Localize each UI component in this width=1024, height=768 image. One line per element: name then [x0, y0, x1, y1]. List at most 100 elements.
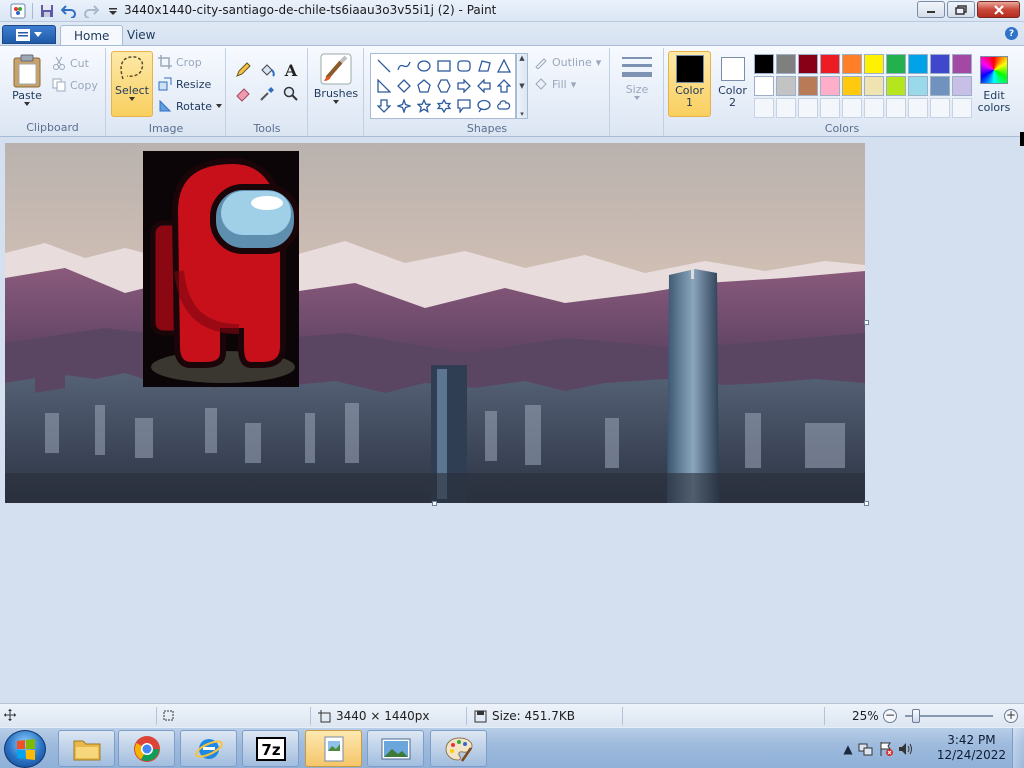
- canvas-workspace[interactable]: [0, 137, 1024, 703]
- cut-button[interactable]: Cut: [52, 54, 89, 72]
- paste-button[interactable]: Paste: [8, 54, 46, 106]
- palette-swatch[interactable]: [820, 76, 840, 96]
- palette-swatch[interactable]: [864, 54, 884, 74]
- taskbar-clock[interactable]: 3:42 PM 12/24/2022: [937, 733, 1006, 763]
- palette-swatch[interactable]: [776, 54, 796, 74]
- show-desktop-button[interactable]: [1012, 728, 1024, 768]
- save-icon[interactable]: [37, 2, 57, 20]
- palette-empty-swatch[interactable]: [798, 98, 818, 118]
- five-point-star-shape-icon[interactable]: [414, 96, 434, 116]
- palette-swatch[interactable]: [798, 54, 818, 74]
- taskbar-file-explorer[interactable]: [58, 730, 115, 767]
- palette-empty-swatch[interactable]: [886, 98, 906, 118]
- close-button[interactable]: [977, 1, 1020, 18]
- zoom-out-button[interactable]: −: [883, 709, 897, 723]
- paint-app-icon[interactable]: [8, 2, 28, 20]
- oval-callout-shape-icon[interactable]: [474, 96, 494, 116]
- color-picker-icon[interactable]: [256, 83, 278, 105]
- palette-empty-swatch[interactable]: [776, 98, 796, 118]
- minimize-button[interactable]: [917, 1, 945, 18]
- palette-empty-swatch[interactable]: [820, 98, 840, 118]
- color2-button[interactable]: Color 2: [713, 55, 752, 109]
- palette-swatch[interactable]: [930, 54, 950, 74]
- scroll-down-icon[interactable]: ▼: [519, 82, 524, 90]
- palette-empty-swatch[interactable]: [952, 98, 972, 118]
- expand-gallery-icon[interactable]: ▾: [520, 110, 524, 118]
- scroll-up-icon[interactable]: ▲: [519, 54, 524, 62]
- right-triangle-shape-icon[interactable]: [374, 76, 394, 96]
- undo-icon[interactable]: [59, 2, 79, 20]
- palette-swatch[interactable]: [754, 76, 774, 96]
- taskbar-internet-explorer[interactable]: [180, 730, 237, 767]
- down-arrow-shape-icon[interactable]: [374, 96, 394, 116]
- palette-swatch[interactable]: [908, 54, 928, 74]
- hexagon-shape-icon[interactable]: [434, 76, 454, 96]
- shapes-scrollbar[interactable]: ▲ ▼ ▾: [516, 53, 528, 119]
- palette-swatch[interactable]: [952, 76, 972, 96]
- palette-swatch[interactable]: [886, 76, 906, 96]
- canvas-image[interactable]: [5, 143, 865, 503]
- four-point-star-shape-icon[interactable]: [394, 96, 414, 116]
- zoom-in-button[interactable]: +: [1004, 709, 1018, 723]
- resize-handle-corner[interactable]: [864, 501, 869, 506]
- select-button[interactable]: Select: [113, 53, 151, 101]
- resize-handle-bottom[interactable]: [432, 501, 437, 506]
- redo-icon[interactable]: [81, 2, 101, 20]
- fill-bucket-icon[interactable]: [256, 59, 278, 81]
- palette-swatch[interactable]: [908, 76, 928, 96]
- palette-swatch[interactable]: [842, 76, 862, 96]
- network-icon[interactable]: [858, 741, 874, 757]
- paint-menu-button[interactable]: [2, 25, 56, 44]
- zoom-slider-thumb[interactable]: [912, 709, 920, 723]
- rect-callout-shape-icon[interactable]: [454, 96, 474, 116]
- rotate-button[interactable]: Rotate: [158, 97, 223, 115]
- palette-empty-swatch[interactable]: [842, 98, 862, 118]
- palette-swatch[interactable]: [798, 76, 818, 96]
- palette-empty-swatch[interactable]: [908, 98, 928, 118]
- palette-swatch[interactable]: [864, 76, 884, 96]
- triangle-shape-icon[interactable]: [494, 56, 514, 76]
- oval-shape-icon[interactable]: [414, 56, 434, 76]
- up-arrow-shape-icon[interactable]: [494, 76, 514, 96]
- rounded-rectangle-shape-icon[interactable]: [454, 56, 474, 76]
- outline-button[interactable]: Outline ▾: [534, 53, 601, 71]
- brushes-button[interactable]: Brushes: [312, 52, 360, 104]
- taskbar-chrome[interactable]: [118, 730, 175, 767]
- palette-swatch[interactable]: [930, 76, 950, 96]
- start-button[interactable]: [4, 730, 46, 768]
- maximize-button[interactable]: [947, 1, 975, 18]
- text-tool-icon[interactable]: A: [280, 59, 302, 81]
- palette-empty-swatch[interactable]: [754, 98, 774, 118]
- color1-button[interactable]: Color 1: [670, 55, 709, 109]
- palette-swatch[interactable]: [952, 54, 972, 74]
- volume-icon[interactable]: [898, 741, 914, 757]
- resize-button[interactable]: Resize: [158, 75, 211, 93]
- palette-empty-swatch[interactable]: [864, 98, 884, 118]
- palette-swatch[interactable]: [820, 54, 840, 74]
- diamond-shape-icon[interactable]: [394, 76, 414, 96]
- palette-swatch[interactable]: [842, 54, 862, 74]
- taskbar-image-viewer[interactable]: [367, 730, 424, 767]
- customize-qat-icon[interactable]: [103, 2, 123, 20]
- right-arrow-shape-icon[interactable]: [454, 76, 474, 96]
- palette-swatch[interactable]: [776, 76, 796, 96]
- help-icon[interactable]: ?: [1005, 27, 1018, 40]
- rectangle-shape-icon[interactable]: [434, 56, 454, 76]
- action-center-flag-icon[interactable]: [878, 741, 894, 757]
- crop-button[interactable]: Crop: [158, 53, 202, 71]
- pencil-icon[interactable]: [232, 59, 254, 81]
- show-hidden-icons-icon[interactable]: ▲: [840, 741, 856, 757]
- resize-handle-right[interactable]: [864, 320, 869, 325]
- edit-colors-icon[interactable]: [980, 56, 1008, 84]
- six-point-star-shape-icon[interactable]: [434, 96, 454, 116]
- taskbar-paint-active[interactable]: [305, 730, 362, 767]
- palette-empty-swatch[interactable]: [930, 98, 950, 118]
- polygon-shape-icon[interactable]: [474, 56, 494, 76]
- pentagon-shape-icon[interactable]: [414, 76, 434, 96]
- edit-colors-button[interactable]: Edit colors: [972, 90, 1016, 114]
- fill-button[interactable]: Fill ▾: [534, 75, 576, 93]
- cloud-callout-shape-icon[interactable]: [494, 96, 514, 116]
- palette-swatch[interactable]: [754, 54, 774, 74]
- among-us-character[interactable]: [143, 151, 300, 387]
- magnifier-icon[interactable]: [280, 83, 302, 105]
